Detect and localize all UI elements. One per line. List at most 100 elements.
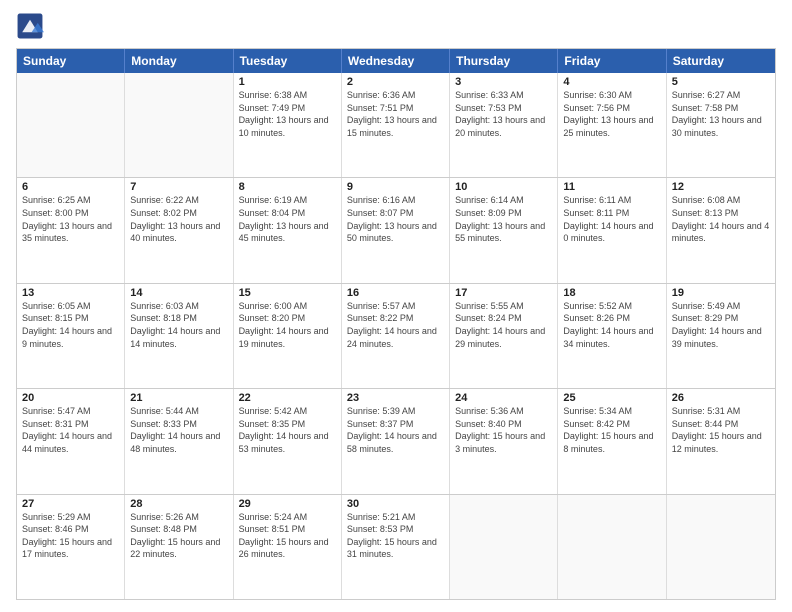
day-cell-17: 17Sunrise: 5:55 AM Sunset: 8:24 PM Dayli… — [450, 284, 558, 388]
day-number: 20 — [22, 392, 119, 404]
day-number: 9 — [347, 181, 444, 193]
col-header-friday: Friday — [558, 49, 666, 73]
day-cell-15: 15Sunrise: 6:00 AM Sunset: 8:20 PM Dayli… — [234, 284, 342, 388]
day-number: 7 — [130, 181, 227, 193]
day-number: 16 — [347, 287, 444, 299]
day-cell-18: 18Sunrise: 5:52 AM Sunset: 8:26 PM Dayli… — [558, 284, 666, 388]
col-header-monday: Monday — [125, 49, 233, 73]
day-cell-8: 8Sunrise: 6:19 AM Sunset: 8:04 PM Daylig… — [234, 178, 342, 282]
col-header-saturday: Saturday — [667, 49, 775, 73]
day-number: 15 — [239, 287, 336, 299]
day-info: Sunrise: 6:33 AM Sunset: 7:53 PM Dayligh… — [455, 89, 552, 139]
day-number: 2 — [347, 76, 444, 88]
day-cell-4: 4Sunrise: 6:30 AM Sunset: 7:56 PM Daylig… — [558, 73, 666, 177]
empty-cell — [450, 495, 558, 599]
day-number: 6 — [22, 181, 119, 193]
calendar-week-4: 20Sunrise: 5:47 AM Sunset: 8:31 PM Dayli… — [17, 388, 775, 493]
day-info: Sunrise: 6:27 AM Sunset: 7:58 PM Dayligh… — [672, 89, 770, 139]
day-info: Sunrise: 5:31 AM Sunset: 8:44 PM Dayligh… — [672, 405, 770, 455]
logo — [16, 12, 48, 40]
day-info: Sunrise: 5:34 AM Sunset: 8:42 PM Dayligh… — [563, 405, 660, 455]
empty-cell — [125, 73, 233, 177]
day-number: 5 — [672, 76, 770, 88]
empty-cell — [17, 73, 125, 177]
day-info: Sunrise: 6:08 AM Sunset: 8:13 PM Dayligh… — [672, 194, 770, 244]
day-number: 24 — [455, 392, 552, 404]
day-cell-6: 6Sunrise: 6:25 AM Sunset: 8:00 PM Daylig… — [17, 178, 125, 282]
day-number: 13 — [22, 287, 119, 299]
day-cell-11: 11Sunrise: 6:11 AM Sunset: 8:11 PM Dayli… — [558, 178, 666, 282]
day-cell-13: 13Sunrise: 6:05 AM Sunset: 8:15 PM Dayli… — [17, 284, 125, 388]
logo-icon — [16, 12, 44, 40]
day-info: Sunrise: 6:14 AM Sunset: 8:09 PM Dayligh… — [455, 194, 552, 244]
day-number: 25 — [563, 392, 660, 404]
day-info: Sunrise: 6:00 AM Sunset: 8:20 PM Dayligh… — [239, 300, 336, 350]
day-info: Sunrise: 6:19 AM Sunset: 8:04 PM Dayligh… — [239, 194, 336, 244]
day-cell-27: 27Sunrise: 5:29 AM Sunset: 8:46 PM Dayli… — [17, 495, 125, 599]
page: SundayMondayTuesdayWednesdayThursdayFrid… — [0, 0, 792, 612]
day-cell-10: 10Sunrise: 6:14 AM Sunset: 8:09 PM Dayli… — [450, 178, 558, 282]
day-cell-23: 23Sunrise: 5:39 AM Sunset: 8:37 PM Dayli… — [342, 389, 450, 493]
day-info: Sunrise: 6:16 AM Sunset: 8:07 PM Dayligh… — [347, 194, 444, 244]
day-info: Sunrise: 5:36 AM Sunset: 8:40 PM Dayligh… — [455, 405, 552, 455]
day-info: Sunrise: 5:52 AM Sunset: 8:26 PM Dayligh… — [563, 300, 660, 350]
calendar-week-5: 27Sunrise: 5:29 AM Sunset: 8:46 PM Dayli… — [17, 494, 775, 599]
col-header-thursday: Thursday — [450, 49, 558, 73]
day-cell-2: 2Sunrise: 6:36 AM Sunset: 7:51 PM Daylig… — [342, 73, 450, 177]
col-header-sunday: Sunday — [17, 49, 125, 73]
day-info: Sunrise: 5:49 AM Sunset: 8:29 PM Dayligh… — [672, 300, 770, 350]
day-info: Sunrise: 5:55 AM Sunset: 8:24 PM Dayligh… — [455, 300, 552, 350]
calendar-week-2: 6Sunrise: 6:25 AM Sunset: 8:00 PM Daylig… — [17, 177, 775, 282]
day-number: 17 — [455, 287, 552, 299]
day-info: Sunrise: 5:57 AM Sunset: 8:22 PM Dayligh… — [347, 300, 444, 350]
day-number: 1 — [239, 76, 336, 88]
day-number: 10 — [455, 181, 552, 193]
day-info: Sunrise: 6:03 AM Sunset: 8:18 PM Dayligh… — [130, 300, 227, 350]
day-info: Sunrise: 6:25 AM Sunset: 8:00 PM Dayligh… — [22, 194, 119, 244]
day-cell-16: 16Sunrise: 5:57 AM Sunset: 8:22 PM Dayli… — [342, 284, 450, 388]
day-number: 11 — [563, 181, 660, 193]
day-info: Sunrise: 5:42 AM Sunset: 8:35 PM Dayligh… — [239, 405, 336, 455]
day-info: Sunrise: 6:38 AM Sunset: 7:49 PM Dayligh… — [239, 89, 336, 139]
header — [16, 12, 776, 40]
empty-cell — [667, 495, 775, 599]
day-info: Sunrise: 5:21 AM Sunset: 8:53 PM Dayligh… — [347, 511, 444, 561]
day-info: Sunrise: 5:39 AM Sunset: 8:37 PM Dayligh… — [347, 405, 444, 455]
day-cell-5: 5Sunrise: 6:27 AM Sunset: 7:58 PM Daylig… — [667, 73, 775, 177]
day-info: Sunrise: 5:26 AM Sunset: 8:48 PM Dayligh… — [130, 511, 227, 561]
day-number: 14 — [130, 287, 227, 299]
day-cell-21: 21Sunrise: 5:44 AM Sunset: 8:33 PM Dayli… — [125, 389, 233, 493]
col-header-tuesday: Tuesday — [234, 49, 342, 73]
day-number: 30 — [347, 498, 444, 510]
day-info: Sunrise: 5:29 AM Sunset: 8:46 PM Dayligh… — [22, 511, 119, 561]
day-cell-3: 3Sunrise: 6:33 AM Sunset: 7:53 PM Daylig… — [450, 73, 558, 177]
day-cell-14: 14Sunrise: 6:03 AM Sunset: 8:18 PM Dayli… — [125, 284, 233, 388]
day-number: 29 — [239, 498, 336, 510]
day-cell-25: 25Sunrise: 5:34 AM Sunset: 8:42 PM Dayli… — [558, 389, 666, 493]
day-cell-9: 9Sunrise: 6:16 AM Sunset: 8:07 PM Daylig… — [342, 178, 450, 282]
day-cell-29: 29Sunrise: 5:24 AM Sunset: 8:51 PM Dayli… — [234, 495, 342, 599]
day-number: 26 — [672, 392, 770, 404]
day-cell-30: 30Sunrise: 5:21 AM Sunset: 8:53 PM Dayli… — [342, 495, 450, 599]
day-number: 3 — [455, 76, 552, 88]
day-number: 21 — [130, 392, 227, 404]
day-cell-1: 1Sunrise: 6:38 AM Sunset: 7:49 PM Daylig… — [234, 73, 342, 177]
day-info: Sunrise: 6:22 AM Sunset: 8:02 PM Dayligh… — [130, 194, 227, 244]
day-info: Sunrise: 6:36 AM Sunset: 7:51 PM Dayligh… — [347, 89, 444, 139]
day-number: 4 — [563, 76, 660, 88]
calendar-body: 1Sunrise: 6:38 AM Sunset: 7:49 PM Daylig… — [17, 73, 775, 599]
day-info: Sunrise: 6:30 AM Sunset: 7:56 PM Dayligh… — [563, 89, 660, 139]
day-number: 28 — [130, 498, 227, 510]
day-number: 12 — [672, 181, 770, 193]
day-number: 8 — [239, 181, 336, 193]
calendar-week-3: 13Sunrise: 6:05 AM Sunset: 8:15 PM Dayli… — [17, 283, 775, 388]
day-cell-7: 7Sunrise: 6:22 AM Sunset: 8:02 PM Daylig… — [125, 178, 233, 282]
empty-cell — [558, 495, 666, 599]
day-number: 27 — [22, 498, 119, 510]
calendar: SundayMondayTuesdayWednesdayThursdayFrid… — [16, 48, 776, 600]
day-info: Sunrise: 5:44 AM Sunset: 8:33 PM Dayligh… — [130, 405, 227, 455]
day-number: 23 — [347, 392, 444, 404]
col-header-wednesday: Wednesday — [342, 49, 450, 73]
day-cell-19: 19Sunrise: 5:49 AM Sunset: 8:29 PM Dayli… — [667, 284, 775, 388]
day-info: Sunrise: 6:11 AM Sunset: 8:11 PM Dayligh… — [563, 194, 660, 244]
